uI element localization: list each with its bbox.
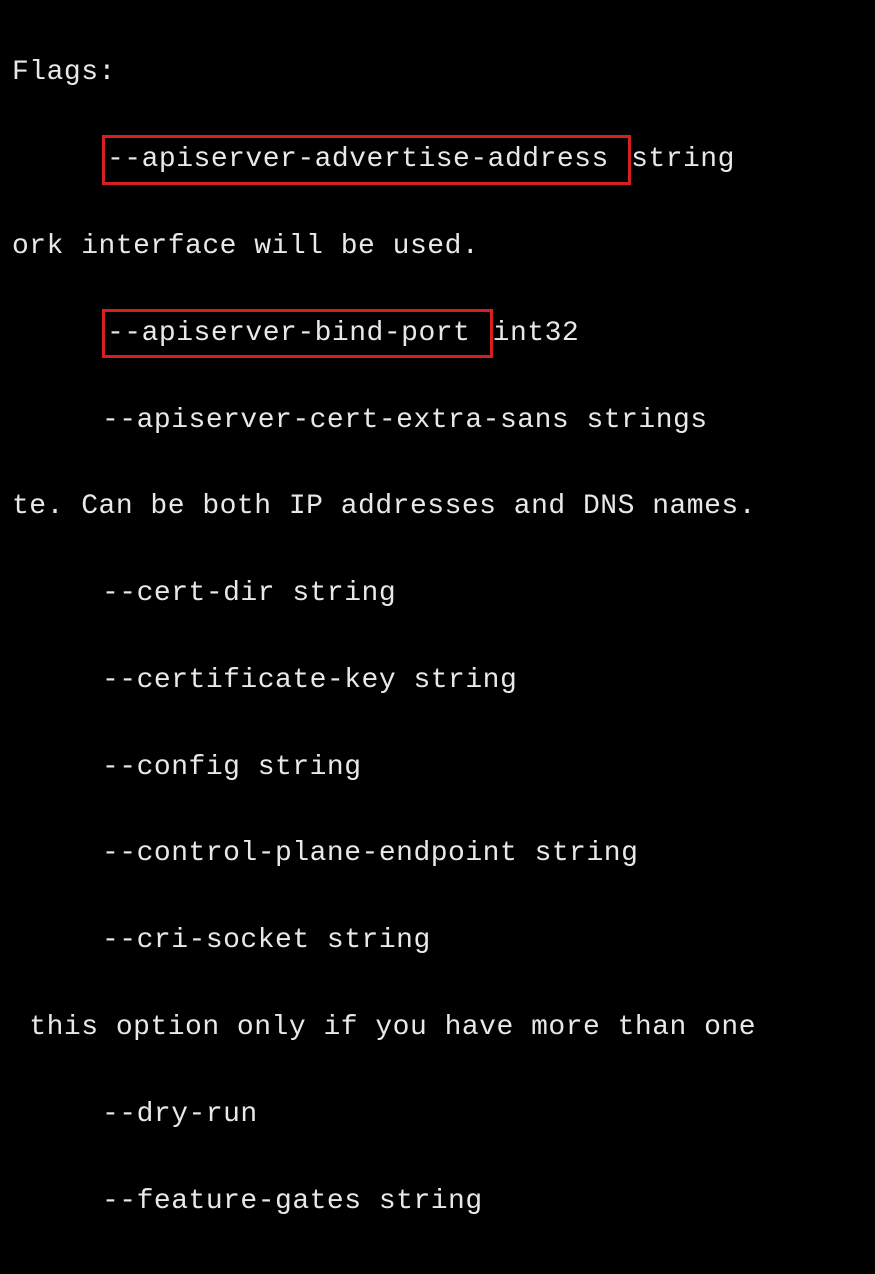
flag-feature-gates: --feature-gates string	[12, 1180, 863, 1223]
wrapped-text-ip-dns: te. Can be both IP addresses and DNS nam…	[12, 485, 863, 528]
highlight-apiserver-advertise-address: --apiserver-advertise-address	[102, 135, 631, 184]
flag-type-string: string	[631, 144, 735, 175]
flag-control-plane-endpoint: --control-plane-endpoint string	[12, 832, 863, 875]
flags-header: Flags:	[12, 51, 863, 94]
flag-cri-socket: --cri-socket string	[12, 919, 863, 962]
flag-certificate-key: --certificate-key string	[12, 659, 863, 702]
flag-cert-dir: --cert-dir string	[12, 572, 863, 615]
wrapped-text-interface: ork interface will be used.	[12, 225, 863, 268]
wrapped-text-option-only: this option only if you have more than o…	[12, 1006, 863, 1049]
flag-type-int32: int32	[493, 318, 580, 349]
flag-apiserver-cert-extra-sans: --apiserver-cert-extra-sans strings	[12, 399, 863, 442]
terminal-output: Flags: --apiserver-advertise-address str…	[0, 0, 875, 1274]
flag-config: --config string	[12, 746, 863, 789]
flag-apiserver-advertise-address-line: --apiserver-advertise-address string	[12, 138, 863, 181]
highlight-apiserver-bind-port: --apiserver-bind-port	[102, 309, 493, 358]
flag-apiserver-bind-port-line: --apiserver-bind-port int32	[12, 312, 863, 355]
flag-dry-run: --dry-run	[12, 1093, 863, 1136]
